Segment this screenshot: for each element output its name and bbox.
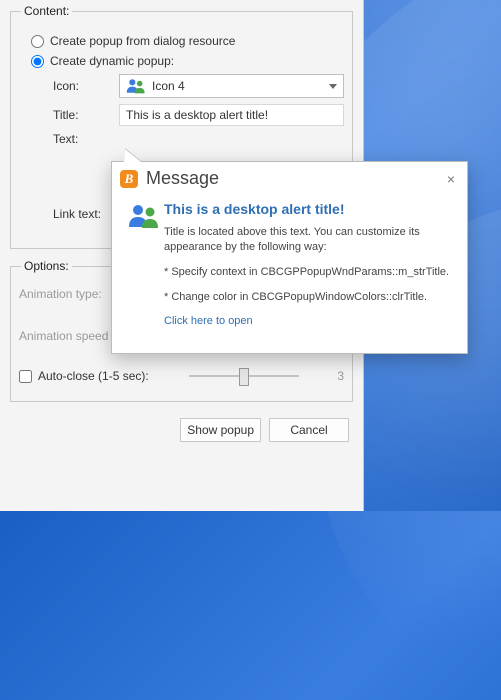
radio-dynamic-popup-label: Create dynamic popup: xyxy=(50,54,174,68)
popup-title: This is a desktop alert title! xyxy=(164,201,455,217)
linktext-label: Link text: xyxy=(53,207,119,221)
popup-line2: * Change color in CBCGPopupWindowColors:… xyxy=(164,290,455,305)
show-popup-button[interactable]: Show popup xyxy=(180,418,261,442)
autoclose-value: 3 xyxy=(324,369,344,383)
icon-select[interactable]: Icon 4 xyxy=(119,74,344,98)
popup-callout xyxy=(124,149,141,162)
popup-window: B Message × This is a desktop alert titl… xyxy=(111,161,468,354)
autoclose-checkbox[interactable] xyxy=(19,370,32,383)
people-icon xyxy=(128,203,160,229)
text-label: Text: xyxy=(53,132,119,146)
cancel-button[interactable]: Cancel xyxy=(269,418,349,442)
popup-desc: Title is located above this text. You ca… xyxy=(164,225,455,255)
popup-link[interactable]: Click here to open xyxy=(164,315,253,327)
chevron-down-icon xyxy=(329,84,337,89)
popup-heading: Message xyxy=(146,168,443,189)
title-label: Title: xyxy=(53,108,119,122)
options-legend: Options: xyxy=(21,259,72,273)
radio-dialog-resource[interactable] xyxy=(31,35,44,48)
content-legend: Content: xyxy=(21,4,72,18)
autoclose-label: Auto-close (1-5 sec): xyxy=(38,369,164,383)
app-icon: B xyxy=(120,170,138,188)
radio-dynamic-popup[interactable] xyxy=(31,55,44,68)
radio-dialog-resource-label: Create popup from dialog resource xyxy=(50,34,235,48)
icon-label: Icon: xyxy=(53,79,119,93)
close-icon[interactable]: × xyxy=(443,171,459,187)
autoclose-slider[interactable] xyxy=(189,365,299,387)
icon-select-value: Icon 4 xyxy=(152,79,185,93)
title-input[interactable] xyxy=(119,104,344,126)
popup-line1: * Specify context in CBCGPPopupWndParams… xyxy=(164,265,455,280)
animtype-label: Animation type: xyxy=(19,287,102,301)
people-icon xyxy=(126,78,146,94)
